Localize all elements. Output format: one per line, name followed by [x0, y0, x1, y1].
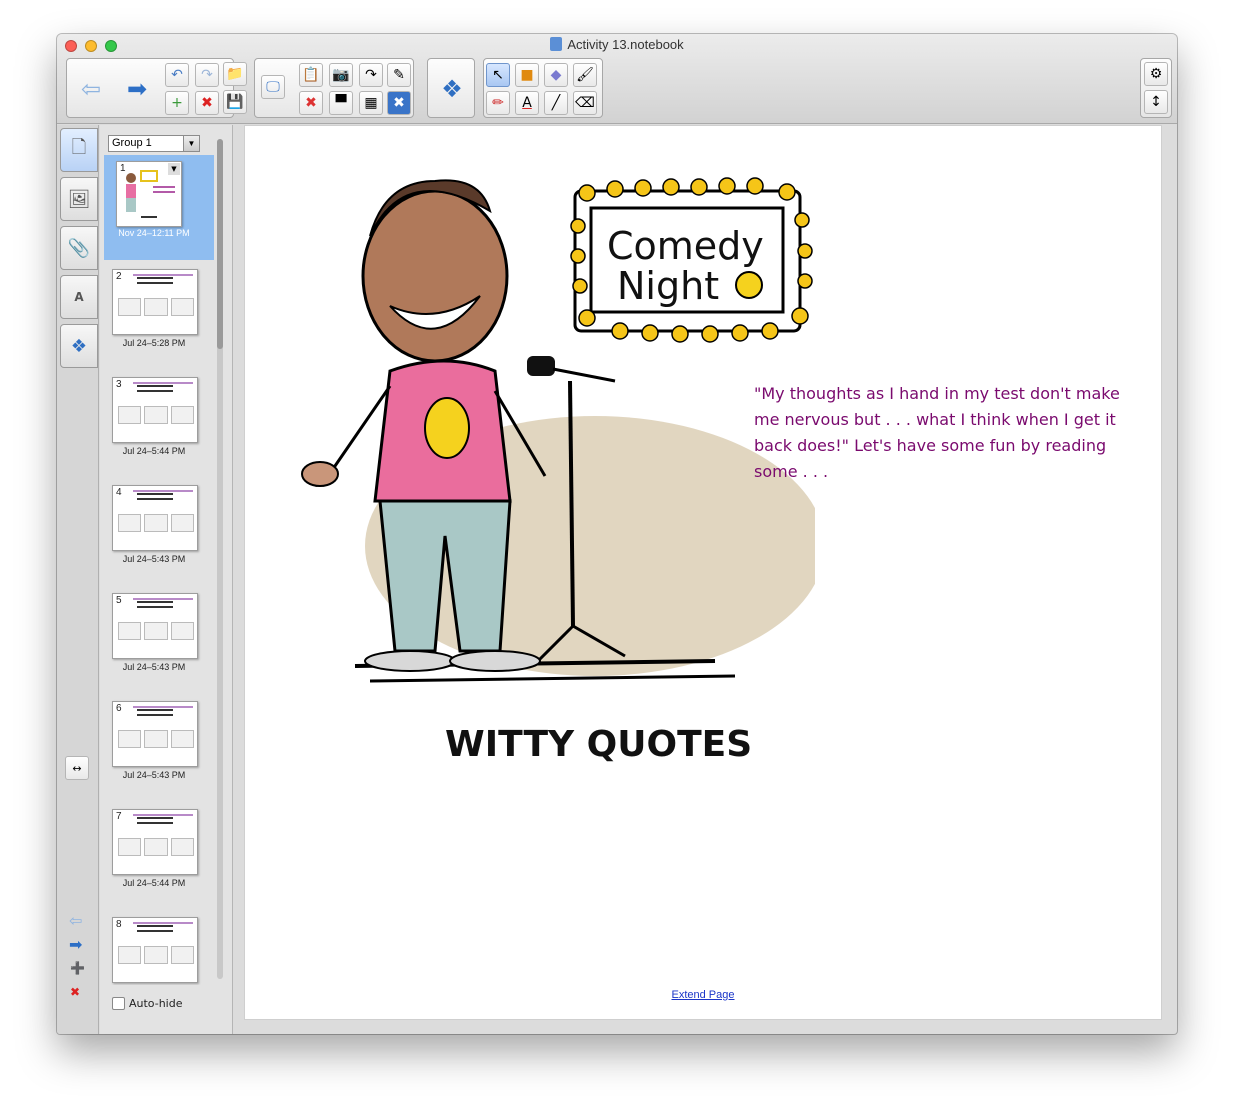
creative-pen-button[interactable]: ◆ — [544, 63, 568, 87]
save-button[interactable]: 💾 — [223, 90, 247, 114]
page-sorter: Group 1 ▼ 1 ▼ Nov 24–12:11 PM 2 Jul 24–5… — [100, 125, 233, 1034]
undo-button[interactable]: ↶ — [165, 63, 189, 87]
thumbnail-card: 7 — [112, 809, 198, 875]
page-thumbnail[interactable]: 5 Jul 24–5:43 PM — [104, 587, 214, 692]
sign-line-1: Comedy — [607, 224, 764, 268]
thumbnail-card: 5 — [112, 593, 198, 659]
recognition-button[interactable]: ✎ — [387, 63, 411, 87]
side-tabs: 🗋 🖼 📎 A ❖ ↔ ⇦ ➡ ➕ ✖ — [57, 125, 99, 1034]
document-icon — [550, 37, 563, 51]
thumbnail-card: 3 — [112, 377, 198, 443]
comedy-night-illustration: Comedy Night WITTY QUOTES — [301, 177, 815, 765]
page-date: Nov 24–12:11 PM — [118, 228, 190, 238]
screen-toolbar-group: 🖵 📋 📷 ↷ ✎ ✖ ▀ ▦ ✖ — [254, 58, 414, 118]
open-folder-button[interactable]: 📁 — [223, 62, 247, 86]
rotate-button[interactable]: ↷ — [359, 63, 383, 87]
autohide-checkbox[interactable] — [112, 997, 125, 1010]
page-date: Jul 24–5:43 PM — [122, 770, 186, 780]
shapes-tool-button[interactable]: ■ — [515, 63, 539, 87]
witty-quotes-caption: WITTY QUOTES — [445, 724, 752, 765]
thumbnail-card: 8 — [112, 917, 198, 983]
settings-gear-button[interactable]: ⚙ — [1144, 62, 1168, 86]
paste-button[interactable]: 📋 — [299, 63, 323, 87]
properties-tab[interactable]: A — [60, 275, 98, 319]
sidebar-next-page-icon[interactable]: ➡ — [69, 935, 82, 954]
page-date: Jul 24–5:43 PM — [122, 554, 186, 564]
page-number: 3 — [116, 379, 122, 390]
previous-page-button[interactable]: ⇦ — [69, 61, 113, 117]
page-date: Jul 24–5:43 PM — [122, 662, 186, 672]
sorter-scrollbar-thumb[interactable] — [217, 139, 223, 349]
delete-button[interactable]: ✖ — [299, 91, 323, 115]
page-thumbnail[interactable]: 7 Jul 24–5:44 PM — [104, 803, 214, 908]
title-bar: Activity 13.notebook ⇦ ➡ ↶ ↷ + ✖ 📁 💾 🖵 📋… — [57, 34, 1177, 124]
page-thumbnail[interactable]: 4 Jul 24–5:43 PM — [104, 479, 214, 584]
sign-line-2: Night — [617, 264, 719, 308]
delete-page-button[interactable]: ✖ — [195, 91, 219, 115]
thumbnail-card: 2 — [112, 269, 198, 335]
autohide-toggle[interactable]: Auto-hide — [112, 997, 183, 1010]
window-title: Activity 13.notebook — [57, 37, 1177, 52]
page-number: 8 — [116, 919, 122, 930]
toolbar-position-button[interactable]: ↕ — [1144, 90, 1168, 114]
sidebar-prev-page-icon[interactable]: ⇦ — [69, 911, 82, 930]
chevron-down-icon: ▼ — [183, 136, 199, 151]
screen-shade-menu-button[interactable]: 🖵 — [261, 75, 285, 99]
extend-page-link-text[interactable]: Extend Page — [672, 989, 735, 1001]
app-window: Activity 13.notebook ⇦ ➡ ↶ ↷ + ✖ 📁 💾 🖵 📋… — [57, 34, 1177, 1034]
window-title-text: Activity 13.notebook — [567, 37, 684, 52]
line-tool-button[interactable]: ╱ — [544, 91, 568, 115]
nav-toolbar-group: ⇦ ➡ ↶ ↷ + ✖ — [66, 58, 234, 118]
page-thumbnail[interactable]: 2 Jul 24–5:28 PM — [104, 263, 214, 368]
page-thumbnail[interactable]: 6 Jul 24–5:43 PM — [104, 695, 214, 800]
text-tool-button[interactable]: A — [515, 91, 539, 115]
page-thumbnail-list: 1 ▼ Nov 24–12:11 PM 2 Jul 24–5:28 PM 3 J… — [104, 155, 214, 985]
attachments-tab[interactable]: 📎 — [60, 226, 98, 270]
add-page-button[interactable]: + — [165, 91, 189, 115]
page-number: 2 — [116, 271, 122, 282]
next-page-button[interactable]: ➡ — [115, 61, 159, 117]
redo-button[interactable]: ↷ — [195, 63, 219, 87]
quote-text[interactable]: "My thoughts as I hand in my test don't … — [754, 381, 1144, 485]
settings-toolbar-group: ⚙ ↕ — [1140, 58, 1172, 118]
group-select-value: Group 1 — [112, 137, 152, 149]
extend-page-link[interactable]: Extend Page — [245, 989, 1161, 1001]
thumbnail-card: 4 — [112, 485, 198, 551]
page-date: Jul 24–5:44 PM — [122, 878, 186, 888]
page-thumbnail[interactable]: 3 Jul 24–5:44 PM — [104, 371, 214, 476]
pens-tool-button[interactable]: ✏ — [486, 91, 510, 115]
thumbnail-card: 6 — [112, 701, 198, 767]
page-number: 6 — [116, 703, 122, 714]
sidebar-add-page-icon[interactable]: ➕ — [70, 961, 85, 975]
full-screen-button[interactable]: ✖ — [387, 91, 411, 115]
autohide-label: Auto-hide — [129, 997, 183, 1010]
screen-capture-button[interactable]: 📷 — [329, 63, 353, 87]
gallery-tab[interactable]: 🖼 — [60, 177, 98, 221]
group-select[interactable]: Group 1 ▼ — [108, 135, 200, 152]
thumbnail-preview — [126, 170, 175, 218]
page-date: Jul 24–5:28 PM — [122, 338, 186, 348]
page-date: Jul 24–5:44 PM — [122, 446, 186, 456]
page-number: 5 — [116, 595, 122, 606]
addons-button[interactable]: ❖ — [430, 61, 474, 117]
notebook-page-canvas[interactable]: Comedy Night WITTY QUOTES "My thoughts a… — [244, 125, 1162, 1020]
page-sorter-tab[interactable]: 🗋 — [60, 128, 98, 172]
sidebar-delete-page-icon[interactable]: ✖ — [70, 985, 80, 999]
addons-tab[interactable]: ❖ — [60, 324, 98, 368]
page-number: 7 — [116, 811, 122, 822]
screen-shade-button[interactable]: ▀ — [329, 91, 353, 115]
addon-toolbar-group: ❖ — [427, 58, 475, 118]
eraser-tool-button[interactable]: ⌫ — [573, 91, 597, 115]
move-sidebar-button[interactable]: ↔ — [65, 756, 89, 780]
table-button[interactable]: ▦ — [359, 91, 383, 115]
page-number: 4 — [116, 487, 122, 498]
thumbnail-card: 1 ▼ — [116, 161, 182, 227]
page-thumbnail[interactable]: 8 — [104, 911, 214, 985]
tools-toolbar-group: ↖ ■ ◆ 🖌 ✏ A ╱ ⌫ — [483, 58, 603, 118]
fill-tool-button[interactable]: 🖌 — [573, 63, 597, 87]
page-thumbnail[interactable]: 1 ▼ Nov 24–12:11 PM — [104, 155, 214, 260]
select-tool-button[interactable]: ↖ — [486, 63, 510, 87]
